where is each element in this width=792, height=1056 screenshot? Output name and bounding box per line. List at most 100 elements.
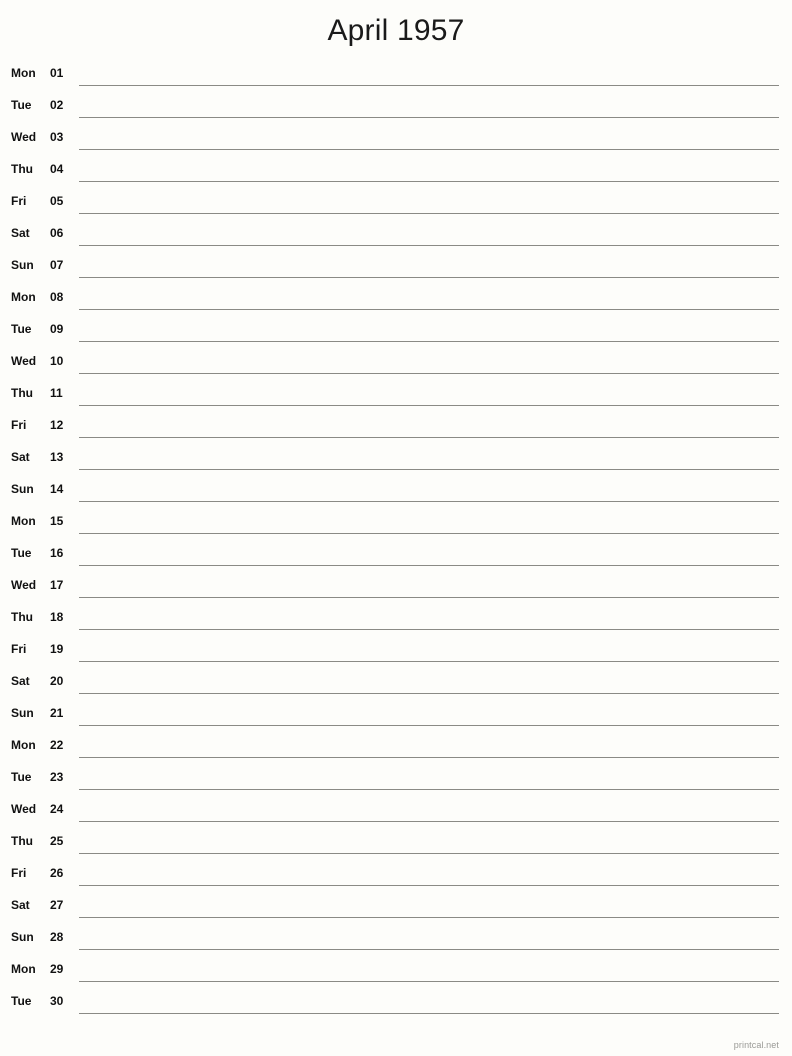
day-row[interactable]: Wed 17 — [0, 574, 792, 606]
note-writing-line[interactable] — [79, 853, 779, 854]
day-number: 07 — [50, 258, 64, 272]
weekday-label: Fri — [11, 194, 27, 208]
weekday-label: Sun — [11, 258, 34, 272]
day-row[interactable]: Fri 19 — [0, 638, 792, 670]
day-row[interactable]: Sat 20 — [0, 670, 792, 702]
day-row[interactable]: Wed 03 — [0, 126, 792, 158]
day-row[interactable]: Tue 30 — [0, 990, 792, 1022]
day-number: 16 — [50, 546, 64, 560]
note-writing-line[interactable] — [79, 757, 779, 758]
note-writing-line[interactable] — [79, 1013, 779, 1014]
day-number: 28 — [50, 930, 64, 944]
day-row[interactable]: Tue 09 — [0, 318, 792, 350]
weekday-label: Mon — [11, 66, 36, 80]
weekday-label: Wed — [11, 578, 37, 592]
day-row[interactable]: Sat 13 — [0, 446, 792, 478]
note-writing-line[interactable] — [79, 533, 779, 534]
weekday-label: Sun — [11, 930, 34, 944]
day-number: 11 — [50, 386, 63, 400]
weekday-label: Sun — [11, 706, 34, 720]
note-writing-line[interactable] — [79, 885, 779, 886]
day-number: 27 — [50, 898, 64, 912]
weekday-label: Thu — [11, 834, 33, 848]
day-row[interactable]: Tue 02 — [0, 94, 792, 126]
note-writing-line[interactable] — [79, 405, 779, 406]
note-writing-line[interactable] — [79, 789, 779, 790]
day-row[interactable]: Tue 16 — [0, 542, 792, 574]
day-row-list: Mon 01 Tue 02 Wed 03 Thu 04 Fri 05 Sat 06 Sun 07 Mon 08… — [0, 62, 792, 1022]
weekday-label: Mon — [11, 962, 36, 976]
note-writing-line[interactable] — [79, 245, 779, 246]
weekday-label: Sat — [11, 450, 30, 464]
weekday-label: Sat — [11, 226, 30, 240]
note-writing-line[interactable] — [79, 949, 779, 950]
weekday-label: Tue — [11, 770, 32, 784]
weekday-label: Tue — [11, 994, 32, 1008]
day-number: 22 — [50, 738, 64, 752]
day-row[interactable]: Fri 12 — [0, 414, 792, 446]
day-row[interactable]: Thu 11 — [0, 382, 792, 414]
day-row[interactable]: Wed 24 — [0, 798, 792, 830]
day-row[interactable]: Mon 08 — [0, 286, 792, 318]
note-writing-line[interactable] — [79, 917, 779, 918]
note-writing-line[interactable] — [79, 117, 779, 118]
day-number: 30 — [50, 994, 64, 1008]
note-writing-line[interactable] — [79, 661, 779, 662]
day-number: 04 — [50, 162, 64, 176]
day-number: 25 — [50, 834, 64, 848]
note-writing-line[interactable] — [79, 565, 779, 566]
note-writing-line[interactable] — [79, 277, 779, 278]
note-writing-line[interactable] — [79, 213, 779, 214]
weekday-label: Tue — [11, 98, 32, 112]
day-row[interactable]: Sun 14 — [0, 478, 792, 510]
day-number: 15 — [50, 514, 64, 528]
day-row[interactable]: Thu 04 — [0, 158, 792, 190]
day-row[interactable]: Wed 10 — [0, 350, 792, 382]
day-row[interactable]: Mon 29 — [0, 958, 792, 990]
note-writing-line[interactable] — [79, 501, 779, 502]
day-row[interactable]: Tue 23 — [0, 766, 792, 798]
day-number: 23 — [50, 770, 64, 784]
day-row[interactable]: Mon 15 — [0, 510, 792, 542]
day-row[interactable]: Fri 05 — [0, 190, 792, 222]
day-number: 03 — [50, 130, 64, 144]
note-writing-line[interactable] — [79, 821, 779, 822]
note-writing-line[interactable] — [79, 725, 779, 726]
page-title: April 1957 — [327, 14, 465, 47]
note-writing-line[interactable] — [79, 149, 779, 150]
note-writing-line[interactable] — [79, 373, 779, 374]
day-row[interactable]: Thu 25 — [0, 830, 792, 862]
note-writing-line[interactable] — [79, 693, 779, 694]
note-writing-line[interactable] — [79, 341, 779, 342]
day-number: 20 — [50, 674, 64, 688]
day-number: 14 — [50, 482, 64, 496]
note-writing-line[interactable] — [79, 437, 779, 438]
weekday-label: Wed — [11, 802, 37, 816]
note-writing-line[interactable] — [79, 597, 779, 598]
day-row[interactable]: Sun 28 — [0, 926, 792, 958]
day-number: 06 — [50, 226, 64, 240]
note-writing-line[interactable] — [79, 309, 779, 310]
day-number: 01 — [50, 66, 64, 80]
day-row[interactable]: Sun 07 — [0, 254, 792, 286]
day-number: 19 — [50, 642, 64, 656]
day-row[interactable]: Sat 06 — [0, 222, 792, 254]
weekday-label: Fri — [11, 418, 27, 432]
note-writing-line[interactable] — [79, 85, 779, 86]
note-writing-line[interactable] — [79, 981, 779, 982]
weekday-label: Mon — [11, 290, 36, 304]
day-row[interactable]: Fri 26 — [0, 862, 792, 894]
day-number: 08 — [50, 290, 64, 304]
day-row[interactable]: Sat 27 — [0, 894, 792, 926]
day-number: 09 — [50, 322, 64, 336]
note-writing-line[interactable] — [79, 469, 779, 470]
day-row[interactable]: Sun 21 — [0, 702, 792, 734]
day-row[interactable]: Thu 18 — [0, 606, 792, 638]
note-writing-line[interactable] — [79, 181, 779, 182]
weekday-label: Fri — [11, 642, 27, 656]
day-row[interactable]: Mon 01 — [0, 62, 792, 94]
day-number: 10 — [50, 354, 64, 368]
day-row[interactable]: Mon 22 — [0, 734, 792, 766]
note-writing-line[interactable] — [79, 629, 779, 630]
weekday-label: Thu — [11, 162, 33, 176]
